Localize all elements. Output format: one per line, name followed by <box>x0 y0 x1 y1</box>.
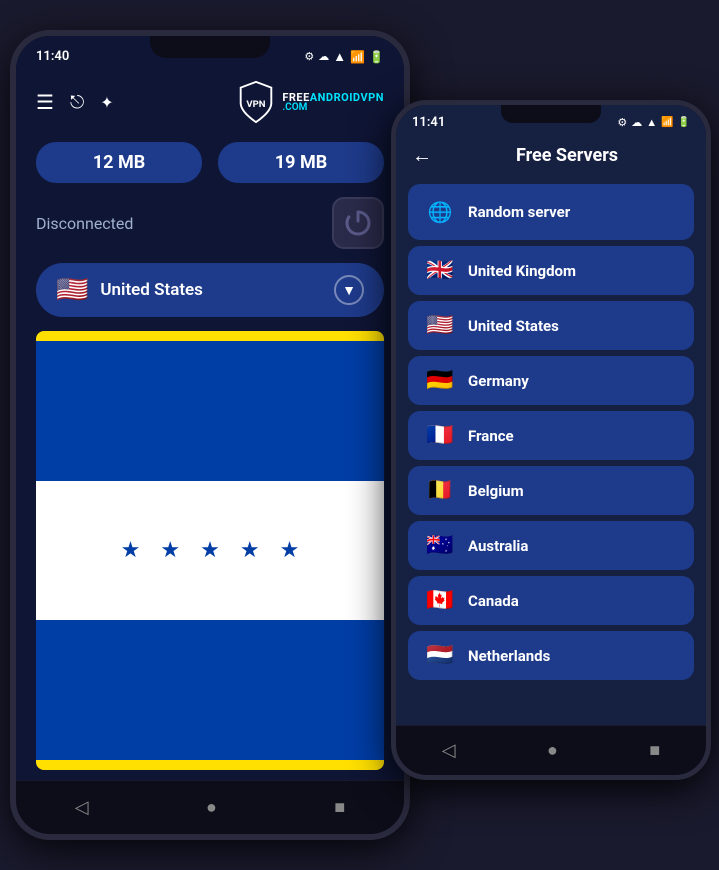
scene: 11:40 ⚙ ☁ ▲ 📶 🔋 ☰ ⎋ ✦ <box>0 0 719 870</box>
logo-sub: .COM <box>282 103 384 113</box>
flag-yellow-stripe-bottom <box>36 760 384 770</box>
star-2: ★ <box>160 538 180 563</box>
back-button[interactable]: ← <box>412 143 432 168</box>
recents-nav-btn[interactable]: ■ <box>314 793 365 822</box>
flag-display: ★ ★ ★ ★ ★ <box>36 331 384 770</box>
phone2-status-icons: ⚙ ☁ ▲ 📶 🔋 <box>617 116 690 129</box>
us-flag-icon: 🇺🇸 <box>424 313 456 338</box>
phone1-toolbar: ☰ ⎋ ✦ VPN FREEANDROIDVPN .COM <box>16 72 404 132</box>
star-4: ★ <box>240 538 260 563</box>
power-icon <box>342 207 374 239</box>
au-flag-icon: 🇦🇺 <box>424 533 456 558</box>
stars-container: ★ ★ ★ ★ ★ <box>121 538 300 563</box>
flag-yellow-stripe-top <box>36 331 384 341</box>
uk-flag-icon: 🇬🇧 <box>424 258 456 283</box>
flag-blue-top <box>36 341 384 481</box>
star-5: ★ <box>280 538 300 563</box>
shield-icon: VPN <box>234 80 278 124</box>
battery-icon2: 🔋 <box>678 117 690 128</box>
download-stat: 12 MB <box>36 142 202 183</box>
signal-icon2: 📶 <box>661 117 673 128</box>
server-item-de[interactable]: 🇩🇪 Germany <box>408 356 694 405</box>
recents-nav-btn2[interactable]: ■ <box>629 736 680 765</box>
phone1-time: 11:40 <box>36 49 69 64</box>
logo-main: FREEANDROIDVPN <box>282 92 384 103</box>
logo-text: FREEANDROIDVPN .COM <box>282 92 384 113</box>
ca-flag-icon: 🇨🇦 <box>424 588 456 613</box>
phone2-header: ← Free Servers <box>396 135 706 176</box>
stats-row: 12 MB 19 MB <box>36 142 384 183</box>
server-name-us: United States <box>468 317 559 335</box>
settings-icon: ⚙ <box>304 50 314 63</box>
phone2-time: 11:41 <box>412 115 445 130</box>
server-item-uk[interactable]: 🇬🇧 United Kingdom <box>408 246 694 295</box>
server-item-nl[interactable]: 🇳🇱 Netherlands <box>408 631 694 680</box>
server-name-nl: Netherlands <box>468 647 550 665</box>
server-name-uk: United Kingdom <box>468 262 576 280</box>
server-list: 🌐 Random server 🇬🇧 United Kingdom 🇺🇸 Uni… <box>396 176 706 725</box>
flag-blue-bottom <box>36 620 384 760</box>
phone2-notch <box>501 105 601 123</box>
server-item-au[interactable]: 🇦🇺 Australia <box>408 521 694 570</box>
fr-flag-icon: 🇫🇷 <box>424 423 456 448</box>
home-nav-btn2[interactable]: ● <box>527 736 578 765</box>
cloud-icon2: ☁ <box>631 116 642 129</box>
share-icon[interactable]: ⎋ <box>70 92 84 113</box>
wifi-icon2: ▲ <box>646 116 657 129</box>
server-item-random[interactable]: 🌐 Random server <box>408 184 694 240</box>
globe-icon: 🌐 <box>424 196 456 228</box>
country-name: United States <box>100 280 322 300</box>
server-name-de: Germany <box>468 372 529 390</box>
phone1-nav: ◁ ● ■ <box>16 780 404 834</box>
connection-row: Disconnected <box>36 197 384 249</box>
flag-white-stripe: ★ ★ ★ ★ ★ <box>36 481 384 621</box>
be-flag-icon: 🇧🇪 <box>424 478 456 503</box>
country-selector[interactable]: 🇺🇸 United States ▼ <box>36 263 384 317</box>
nl-flag-icon: 🇳🇱 <box>424 643 456 668</box>
phone1-status-icons: ⚙ ☁ ▲ 📶 🔋 <box>304 49 384 65</box>
server-name-random: Random server <box>468 203 570 221</box>
screen-title: Free Servers <box>444 145 690 166</box>
chevron-down-icon[interactable]: ▼ <box>334 275 364 305</box>
server-name-au: Australia <box>468 537 528 555</box>
phone1: 11:40 ⚙ ☁ ▲ 📶 🔋 ☰ ⎋ ✦ <box>10 30 410 840</box>
phone2-screen: 11:41 ⚙ ☁ ▲ 📶 🔋 ← Free Servers 🌐 Random <box>396 105 706 775</box>
de-flag-icon: 🇩🇪 <box>424 368 456 393</box>
phone2-nav: ◁ ● ■ <box>396 725 706 775</box>
settings-icon2: ⚙ <box>617 116 627 129</box>
server-name-fr: France <box>468 427 514 445</box>
menu-icon[interactable]: ☰ <box>36 90 54 114</box>
back-nav-btn2[interactable]: ◁ <box>422 736 476 765</box>
power-button[interactable] <box>332 197 384 249</box>
cloud-icon: ☁ <box>318 50 329 63</box>
favorites-icon[interactable]: ✦ <box>100 93 113 112</box>
back-nav-btn[interactable]: ◁ <box>55 793 109 822</box>
server-name-be: Belgium <box>468 482 524 500</box>
star-3: ★ <box>200 538 220 563</box>
server-item-us[interactable]: 🇺🇸 United States <box>408 301 694 350</box>
phone1-notch <box>150 36 270 58</box>
upload-stat: 19 MB <box>218 142 384 183</box>
star-1: ★ <box>121 538 141 563</box>
app-logo: VPN FREEANDROIDVPN .COM <box>234 80 384 124</box>
server-item-ca[interactable]: 🇨🇦 Canada <box>408 576 694 625</box>
server-item-be[interactable]: 🇧🇪 Belgium <box>408 466 694 515</box>
phone1-screen: 11:40 ⚙ ☁ ▲ 📶 🔋 ☰ ⎋ ✦ <box>16 36 404 834</box>
phone2: 11:41 ⚙ ☁ ▲ 📶 🔋 ← Free Servers 🌐 Random <box>391 100 711 780</box>
honduras-flag: ★ ★ ★ ★ ★ <box>36 341 384 761</box>
connection-status: Disconnected <box>36 214 133 233</box>
wifi-icon: ▲ <box>333 49 346 65</box>
home-nav-btn[interactable]: ● <box>186 793 237 822</box>
toolbar-left: ☰ ⎋ ✦ <box>36 90 114 114</box>
svg-text:VPN: VPN <box>247 99 266 110</box>
country-flag: 🇺🇸 <box>56 275 88 305</box>
signal-icon: 📶 <box>350 50 365 64</box>
battery-icon: 🔋 <box>369 50 384 64</box>
phone1-content: 12 MB 19 MB Disconnected 🇺🇸 <box>16 132 404 780</box>
server-name-ca: Canada <box>468 592 519 610</box>
server-item-fr[interactable]: 🇫🇷 France <box>408 411 694 460</box>
